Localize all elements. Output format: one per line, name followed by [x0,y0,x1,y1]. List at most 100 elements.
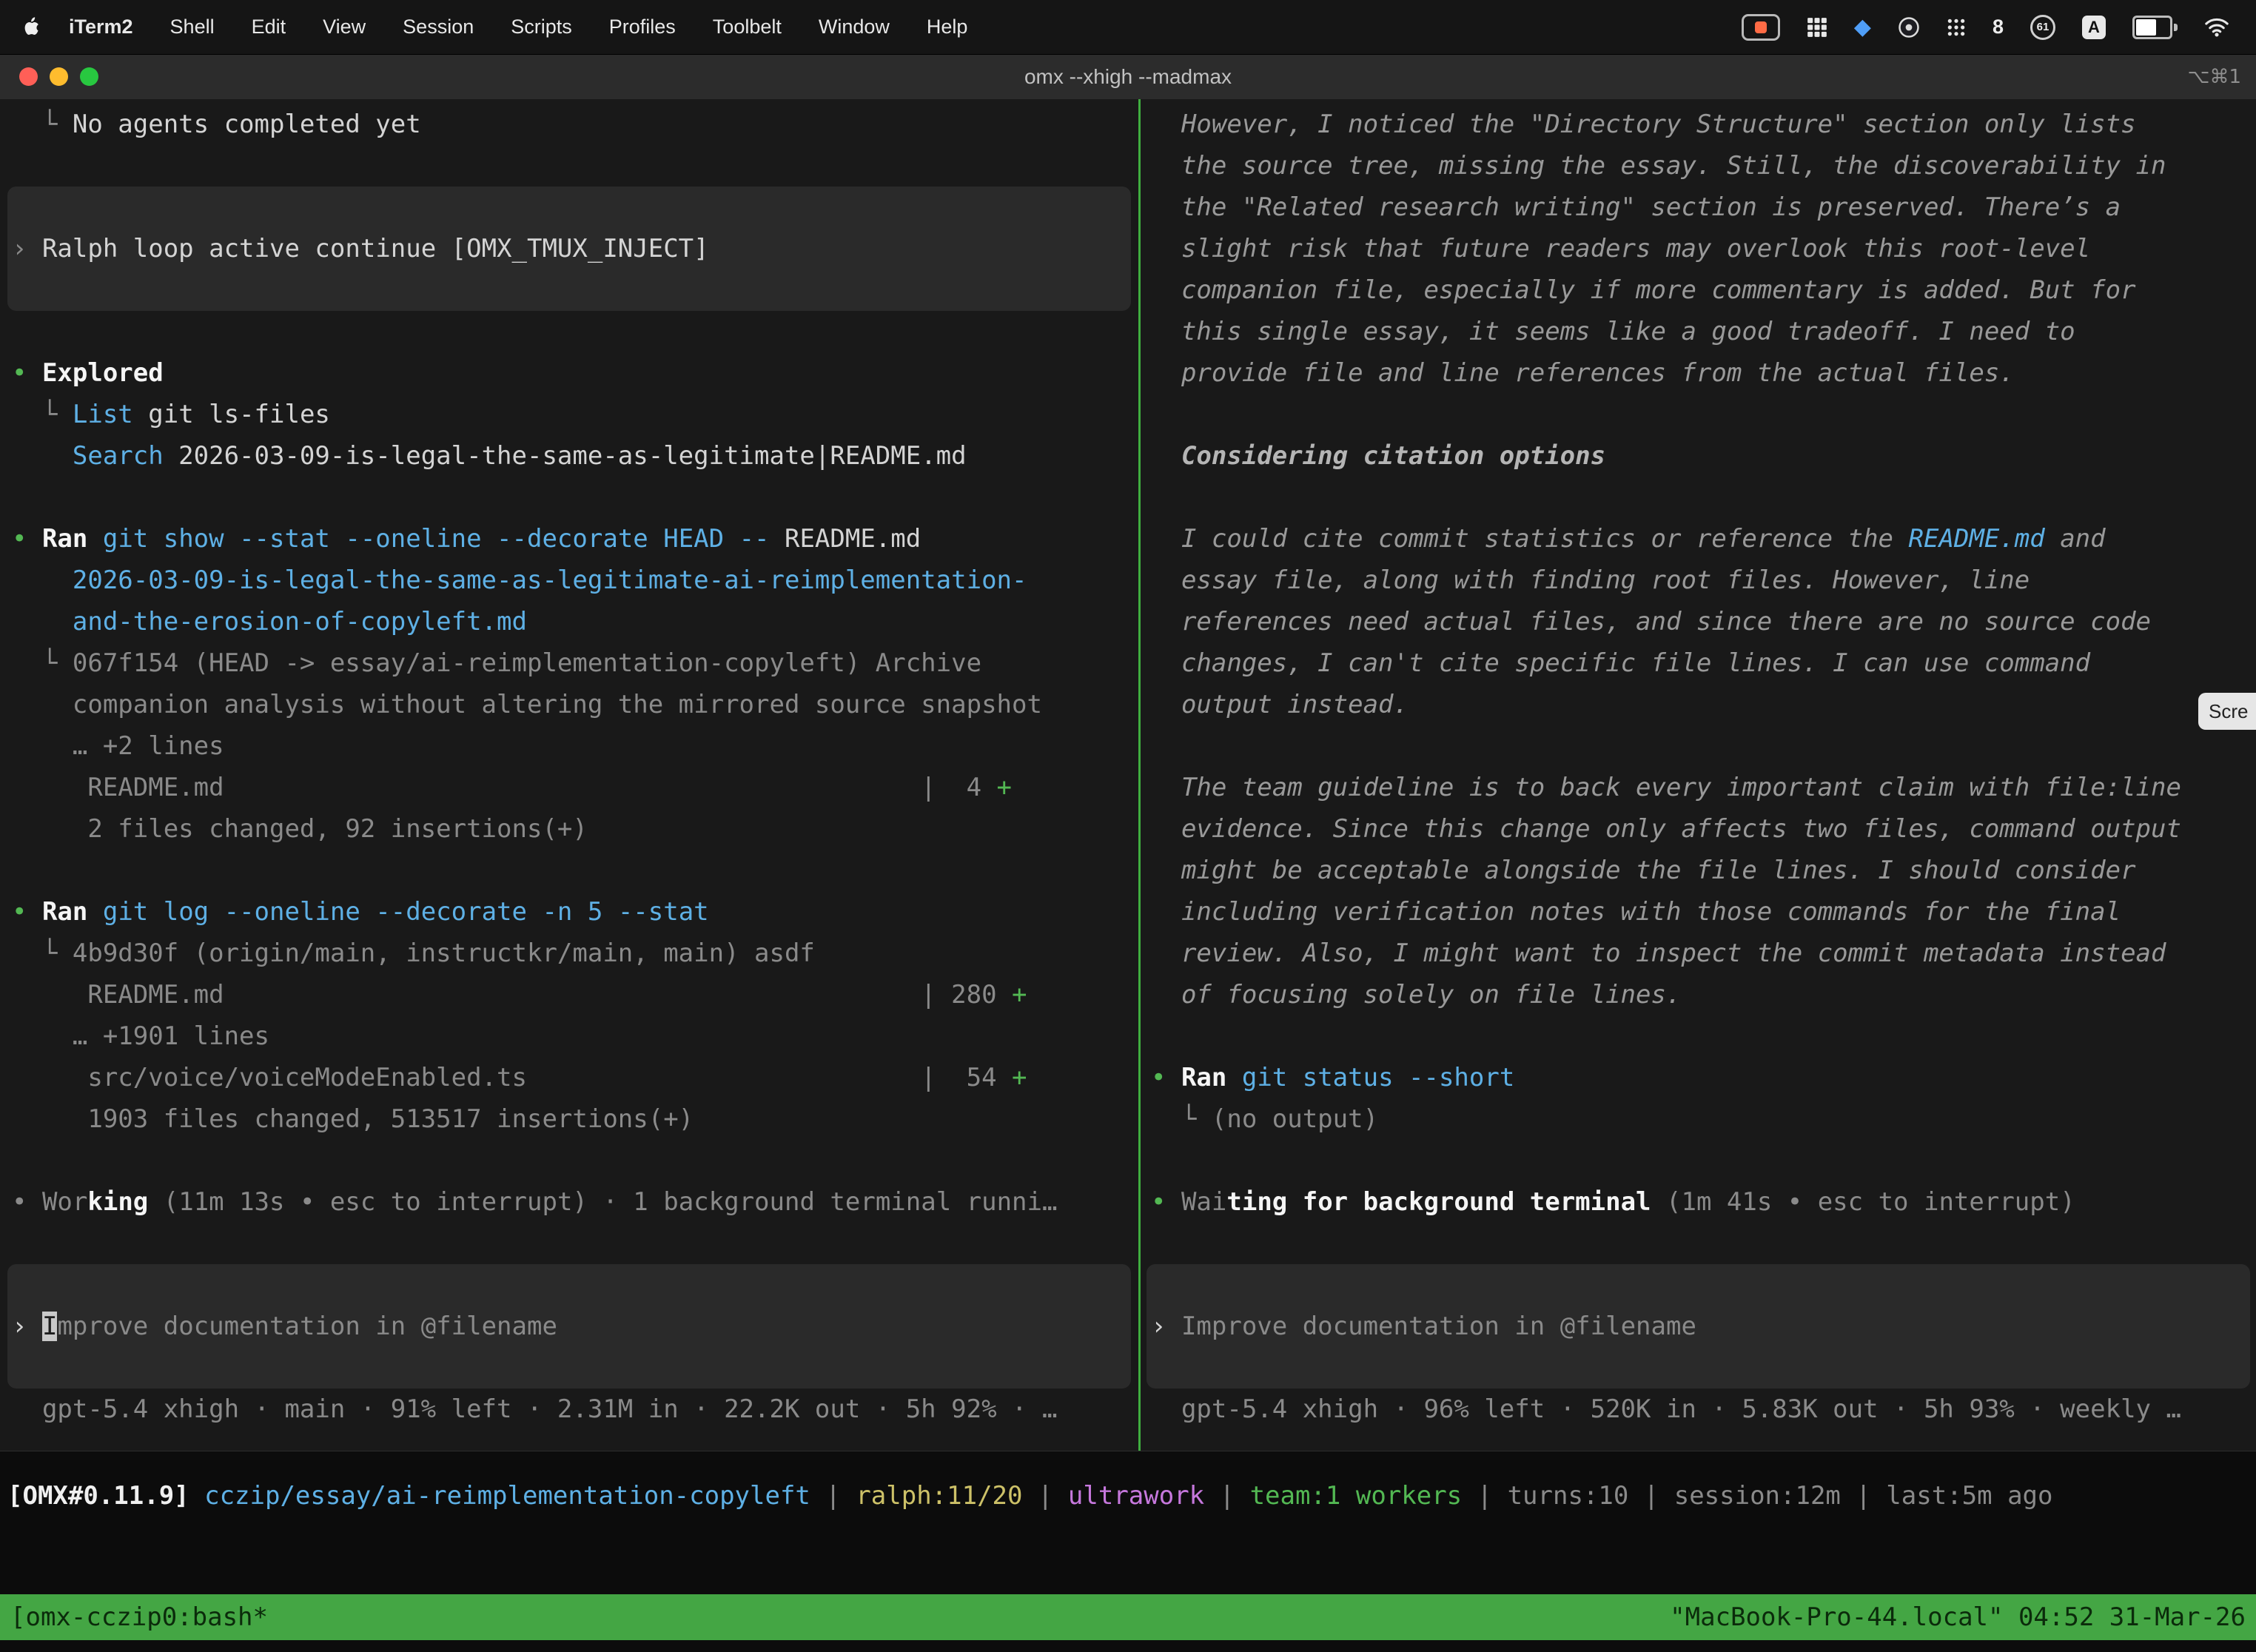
text-segment: └ 4b9d30f (origin/main, instructkr/main,… [12,939,815,968]
terminal-line: Search 2026-03-09-is-legal-the-same-as-l… [12,435,1138,477]
ralph-loop-banner: › Ralph loop active continue [OMX_TMUX_I… [7,187,1131,311]
battery-nub [2174,24,2178,31]
text-segment: However, I noticed the "Directory Struct… [1151,110,2136,139]
screen-recording-indicator[interactable] [1742,14,1780,41]
gauge-61-icon[interactable]: 61 [2030,15,2055,40]
terminal-line: review. Also, I might want to inspect th… [1151,933,2256,974]
terminal-line: evidence. Since this change only affects… [1151,808,2256,850]
grid-app-icon[interactable] [1807,17,1827,38]
text-segment: › [1151,1312,1181,1341]
omx-bar-segment: | [810,1481,856,1511]
omx-bar-segment: ralph:11/20 [856,1481,1022,1511]
terminal-line: src/voice/voiceModeEnabled.ts | 54 + [12,1057,1138,1098]
apple-menu-icon[interactable] [22,17,40,38]
text-segment: Search [12,441,178,471]
omx-bar-segment: | [1023,1481,1068,1511]
terminal-line: › Ralph loop active continue [OMX_TMUX_I… [12,228,709,269]
menu-item-profiles[interactable]: Profiles [591,16,694,38]
terminal-line: this single essay, it seems like a good … [1151,311,2256,352]
working-status-line: • Working (11m 13s • esc to interrupt) ·… [12,1181,1138,1223]
input-source-icon[interactable]: A [2082,16,2106,39]
terminal-line: › Improve documentation in @filename [12,1306,557,1347]
text-segment: • [12,358,42,388]
blue-app-icon[interactable]: ◆ [1854,16,1871,38]
blank-line [12,477,1138,518]
dots-grid-icon[interactable] [1947,18,1966,37]
text-segment: › [12,1312,42,1341]
terminal-line: the source tree, missing the essay. Stil… [1151,145,2256,187]
menu-item-session[interactable]: Session [384,16,492,38]
text-segment: + [997,773,1012,802]
waiting-status-line: • Waiting for background terminal (1m 41… [1151,1181,2256,1223]
text-segment: the source tree, missing the essay. Stil… [1151,151,2166,181]
menu-item-help[interactable]: Help [908,16,987,38]
menu-items: iTerm2ShellEditViewSessionScriptsProfile… [50,16,986,38]
blank-line [1151,1140,2256,1181]
terminal-line: • Ran git status --short [1151,1057,2256,1098]
terminal-line: essay file, along with finding root file… [1151,560,2256,601]
terminal-area: └ No agents completed yet › Ralph loop ac… [0,99,2256,1451]
battery-icon[interactable] [2132,16,2178,39]
menu-item-iterm2[interactable]: iTerm2 [50,16,152,38]
text-segment: the "Related research writing" section i… [1151,192,2121,222]
terminal-line: • Explored [12,352,1138,394]
text-segment: king [87,1187,148,1217]
text-segment: including verification notes with those … [1151,897,2121,927]
text-segment: git ls-files [148,400,330,429]
text-segment: Wor [42,1187,87,1217]
text-segment: git status --short [1242,1063,1514,1092]
tmux-status-bar: [omx-cczip0:bash* "MacBook-Pro-44.local"… [0,1594,2256,1640]
text-segment: I could cite commit statistics or refere… [1151,524,1909,554]
text-segment: slight risk that future readers may over… [1151,234,2090,263]
text-segment: Ralph loop active continue [OMX_TMUX_INJ… [42,234,709,263]
text-segment: evidence. Since this change only affects… [1151,814,2181,844]
omx-bar-segment: [OMX#0.11.9] [7,1481,204,1511]
omx-bar-segment: ultrawork [1068,1481,1204,1511]
text-segment: README.md | 4 [12,773,997,802]
text-segment: 2026-03-09-is-legal-the-same-as-legitima… [12,565,1027,595]
dark-app-icon[interactable] [1898,16,1920,38]
text-segment: of focusing solely on file lines. [1151,980,1681,1010]
terminal-line: provide file and line references from th… [1151,352,2256,394]
terminal-line: including verification notes with those … [1151,891,2256,933]
text-segment: … +1901 lines [12,1021,269,1051]
text-segment: might be acceptable alongside the file l… [1151,856,2136,885]
wifi-icon[interactable] [2204,18,2229,37]
menu-item-edit[interactable]: Edit [233,16,305,38]
blank-line [1151,394,2256,435]
text-segment: + [1012,980,1027,1010]
terminal-line: … +2 lines [12,725,1138,767]
menu-item-toolbelt[interactable]: Toolbelt [694,16,800,38]
text-segment: Ran [1181,1063,1242,1092]
terminal-line: 2026-03-09-is-legal-the-same-as-legitima… [12,560,1138,601]
menu-status-icons: ◆ 8 61 A [1742,14,2234,41]
prompt-input[interactable]: › Improve documentation in @filename [1147,1264,2250,1389]
terminal-line: └ No agents completed yet [12,104,1138,145]
text-segment: 1903 files changed, 513517 insertions(+) [12,1104,694,1134]
text-segment: (11m 13s • esc to interrupt) · 1 backgro… [148,1187,1057,1217]
terminal-line: … +1901 lines [12,1015,1138,1057]
prompt-input[interactable]: › Improve documentation in @filename [7,1264,1131,1389]
blank-line [12,1223,1138,1264]
menu-item-window[interactable]: Window [800,16,908,38]
tmux-session-window: [omx-cczip0:bash* [10,1602,268,1632]
terminal-line: • Ran git show --stat --oneline --decora… [12,518,1138,560]
terminal-line: 1903 files changed, 513517 insertions(+) [12,1098,1138,1140]
app-8-icon[interactable]: 8 [1993,16,2004,38]
screen-share-button[interactable]: Scre [2198,693,2256,730]
text-segment: provide file and line references from th… [1151,358,2015,388]
window-title-bar: omx --xhigh --madmax ⌥⌘1 [0,55,2256,100]
menu-bar: iTerm2ShellEditViewSessionScriptsProfile… [0,0,2256,55]
menu-item-scripts[interactable]: Scripts [492,16,591,38]
battery-level [2136,19,2156,36]
text-segment: (1m 41s • esc to interrupt) [1651,1187,2075,1217]
blank-line [12,1140,1138,1181]
terminal-line: references need actual files, and since … [1151,601,2256,642]
menu-item-shell[interactable]: Shell [152,16,233,38]
left-pane[interactable]: └ No agents completed yet › Ralph loop ac… [0,99,1138,1451]
menu-item-view[interactable]: View [304,16,384,38]
text-segment: mprove documentation in @filename [57,1312,557,1341]
text-segment: src/voice/voiceModeEnabled.ts | 54 [12,1063,1012,1092]
right-pane[interactable]: However, I noticed the "Directory Struct… [1141,99,2256,1451]
terminal-line: └ (no output) [1151,1098,2256,1140]
